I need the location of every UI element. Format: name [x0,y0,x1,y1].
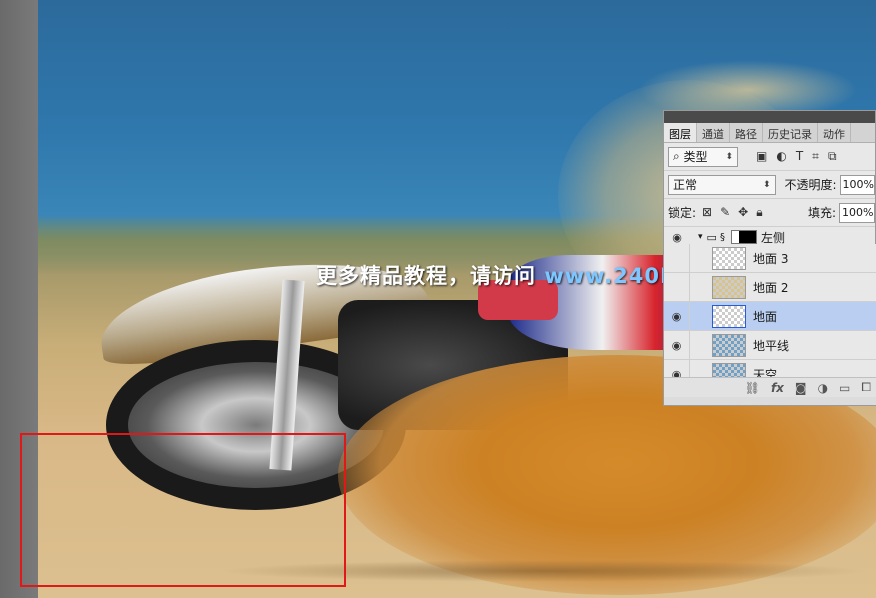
layer-row[interactable]: 地面 3 [664,244,876,273]
stepper-icon: ⬍ [762,179,771,190]
visibility-toggle[interactable] [664,273,690,301]
search-icon: ⌕ [673,149,684,163]
watermark-text: 更多精品教程，请访问 [316,264,536,288]
tab-actions[interactable]: 动作 [818,123,851,142]
link-icon: § [719,231,725,243]
add-mask-icon[interactable]: ◙ [795,381,807,395]
panel-resize-grip[interactable] [664,397,876,405]
adjustment-filter-icon[interactable]: ◐ [776,149,786,164]
filter-type-value: 类型 [683,150,708,164]
lock-row: 锁定: ⊠ ✎ ✥ 🔒︎ 填充: 100% [664,199,875,227]
layer-group[interactable]: ◉ ▾ ▭ § 左侧 [664,230,876,245]
layer-name: 地面 [753,309,778,324]
layers-list: ◉ ▾ ▭ § 左侧 地面 3 地面 2 ◉ 地面 ◉ 地平线 ◉ 天空 [664,230,876,379]
tab-channels[interactable]: 通道 [697,123,730,142]
tab-history[interactable]: 历史记录 [763,123,818,142]
lock-pixels-icon[interactable]: ✎ [720,205,730,220]
panel-footer: ⛓ fx ◙ ◑ ▭ ⧠ [664,377,876,397]
layer-thumbnail [712,275,746,299]
panel-tabs: 图层 通道 路径 历史记录 动作 [664,123,875,143]
filter-type-select[interactable]: ⌕ 类型 ⬍ [668,146,738,167]
layers-panel: 图层 通道 路径 历史记录 动作 ⌕ 类型 ⬍ ▣ ◐ T ⌗ ⧉ 正常 ⬍ 不… [663,110,876,406]
blend-mode-value: 正常 [673,178,698,192]
blend-row: 正常 ⬍ 不透明度: 100% [664,171,875,199]
tab-layers[interactable]: 图层 [664,123,697,142]
layer-row-selected[interactable]: ◉ 地面 [664,302,876,331]
shape-filter-icon[interactable]: ⌗ [812,149,819,164]
layer-row[interactable]: 地面 2 [664,273,876,302]
layer-thumbnail [712,246,746,270]
blend-mode-select[interactable]: 正常 ⬍ [668,174,776,195]
layer-name: 地面 2 [753,280,789,295]
eye-icon[interactable]: ◉ [664,302,690,330]
layer-thumbnail [712,333,746,357]
fx-icon[interactable]: fx [771,381,784,395]
link-layers-icon[interactable]: ⛓ [745,381,760,395]
lock-transparency-icon[interactable]: ⊠ [702,205,712,220]
stepper-icon: ⬍ [725,151,733,162]
lock-icons: ⊠ ✎ ✥ 🔒︎ [702,205,763,220]
adjustment-layer-icon[interactable]: ◑ [818,381,828,395]
chevron-down-icon[interactable]: ▾ [698,232,703,242]
eye-icon[interactable]: ◉ [664,331,690,359]
folder-icon: ▭ [706,230,717,244]
opacity-input[interactable]: 100% [839,174,875,195]
group-mask-thumbnail[interactable] [730,230,757,244]
lock-position-icon[interactable]: ✥ [738,205,748,220]
layer-thumbnail [712,304,746,328]
type-filter-icon[interactable]: T [796,149,803,164]
panel-title-bar[interactable] [664,111,875,123]
visibility-toggle[interactable] [664,244,690,272]
smart-object-filter-icon[interactable]: ⧉ [828,149,837,164]
layer-name: 地面 3 [753,251,789,266]
opacity-label: 不透明度: [784,178,837,192]
lock-label: 锁定: [668,206,697,220]
lock-all-icon[interactable]: 🔒︎ [756,205,762,220]
selection-rectangle[interactable] [20,433,346,587]
fill-input[interactable]: 100% [839,202,875,223]
group-name: 左侧 [760,230,785,245]
filter-icons: ▣ ◐ T ⌗ ⧉ [756,149,837,164]
layer-row[interactable]: ◉ 地平线 [664,331,876,360]
layer-name: 地平线 [753,338,790,353]
eye-icon[interactable]: ◉ [664,230,690,244]
fill-label: 填充: [807,206,836,220]
new-group-icon[interactable]: ▭ [839,381,850,395]
new-layer-icon[interactable]: ⧠ [861,380,871,395]
filter-row: ⌕ 类型 ⬍ ▣ ◐ T ⌗ ⧉ [664,143,875,171]
image-filter-icon[interactable]: ▣ [756,149,767,164]
tab-paths[interactable]: 路径 [730,123,763,142]
